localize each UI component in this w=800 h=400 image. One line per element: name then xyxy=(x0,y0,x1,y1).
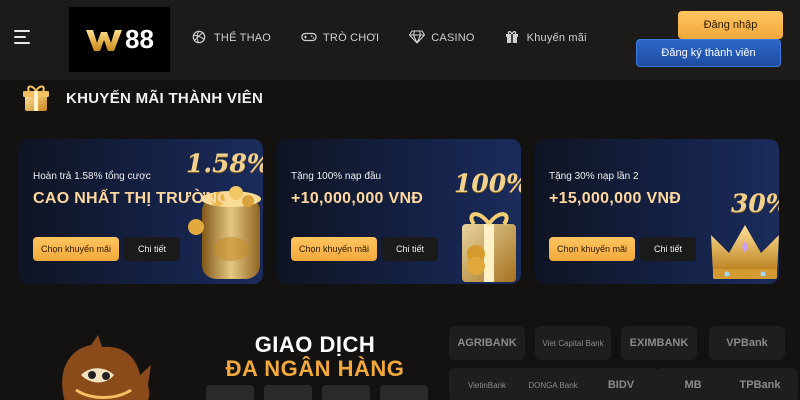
bank-logo-mb: MB xyxy=(655,368,731,400)
section-title: KHUYẾN MÃI THÀNH VIÊN xyxy=(66,89,264,107)
promo-badge: 30% xyxy=(731,189,779,218)
gift-icon xyxy=(505,30,521,46)
choose-promo-button[interactable]: Chọn khuyến mãi xyxy=(33,237,119,261)
nav-label: THỂ THAO xyxy=(214,32,272,44)
choose-promo-button[interactable]: Chọn khuyến mãi xyxy=(291,237,377,261)
mascot-illustration xyxy=(36,335,176,400)
bank-logo-bidv: BIDV xyxy=(583,368,659,400)
gold-crown-art xyxy=(709,221,779,284)
logo-text: 88 xyxy=(125,24,154,54)
promo-badge: 1.58% xyxy=(186,149,263,178)
promo-detail-button[interactable]: Chi tiết xyxy=(640,237,696,261)
nav-label: TRÒ CHƠI xyxy=(323,32,380,44)
top-header: 88 THỂ THAO TRÒ CHƠI CASINO Khuyến mãi Đ… xyxy=(0,0,800,80)
promo-badge: 100% xyxy=(454,169,521,198)
bank-logo-tpbank: TPBank xyxy=(722,368,798,400)
transaction-subtitle: ĐA NGÂN HÀNG xyxy=(225,356,405,381)
promo-card: 1.58% Hoàn trả 1.58% tổng cược CAO NHẤT … xyxy=(18,139,263,284)
choose-promo-button[interactable]: Chọn khuyến mãi xyxy=(549,237,635,261)
login-button[interactable]: Đăng nhập xyxy=(678,11,783,39)
hamburger-menu-icon[interactable] xyxy=(14,30,32,46)
bank-logo-vietinbank: VietinBank xyxy=(449,368,525,400)
register-button[interactable]: Đăng ký thành viên xyxy=(636,39,781,67)
gift-box-icon xyxy=(23,85,49,111)
nav-item-casino[interactable]: CASINO xyxy=(409,30,474,46)
bank-logo-eximbank: EXIMBANK xyxy=(621,326,697,360)
bank-logo-vpbank: VPBank xyxy=(709,326,785,360)
payment-tab[interactable] xyxy=(380,385,428,400)
promo-subtitle: Hoàn trả 1.58% tổng cược xyxy=(33,171,151,182)
bank-logo-agribank: AGRIBANK xyxy=(449,326,525,360)
promo-detail-button[interactable]: Chi tiết xyxy=(124,237,180,261)
payment-tab[interactable] xyxy=(322,385,370,400)
nav-item-the-thao[interactable]: THỂ THAO xyxy=(192,30,271,46)
payment-tab[interactable] xyxy=(206,385,254,400)
gamepad-icon xyxy=(301,30,317,46)
volleyball-icon xyxy=(192,30,208,46)
promo-subtitle: Tặng 100% nạp đầu xyxy=(291,171,382,182)
section-header: KHUYẾN MÃI THÀNH VIÊN xyxy=(20,82,263,114)
bank-logo-viet-capital: Viet Capital Bank xyxy=(535,326,611,360)
payment-tab[interactable] xyxy=(264,385,312,400)
diamond-icon xyxy=(409,30,426,46)
gift-box-coins-art xyxy=(456,204,521,284)
w88-logo[interactable]: 88 xyxy=(69,7,170,72)
promo-headline: CAO NHẤT THỊ TRƯỜNG xyxy=(33,190,231,207)
bank-logo-donga: DONGA Bank xyxy=(515,368,591,400)
nav-item-khuyen-mai[interactable]: Khuyến mãi xyxy=(505,30,587,46)
promo-subtitle: Tặng 30% nạp lần 2 xyxy=(549,171,639,182)
promo-detail-button[interactable]: Chi tiết xyxy=(382,237,438,261)
w-logo-mark-icon xyxy=(86,29,123,51)
promo-card: 100% Tặng 100% nạp đầu +10,000,000 VNĐ C… xyxy=(276,139,521,284)
nav-label: CASINO xyxy=(431,32,475,44)
transaction-title: GIAO DỊCH xyxy=(254,332,376,357)
nav-item-tro-choi[interactable]: TRÒ CHƠI xyxy=(301,30,379,46)
nav-label: Khuyến mãi xyxy=(526,32,587,44)
promo-headline: +15,000,000 VNĐ xyxy=(549,190,682,207)
promo-headline: +10,000,000 VNĐ xyxy=(291,190,424,207)
main-nav: THỂ THAO TRÒ CHƠI CASINO Khuyến mãi xyxy=(192,30,617,46)
promo-card: 30% Tặng 30% nạp lần 2 +15,000,000 VNĐ C… xyxy=(534,139,779,284)
